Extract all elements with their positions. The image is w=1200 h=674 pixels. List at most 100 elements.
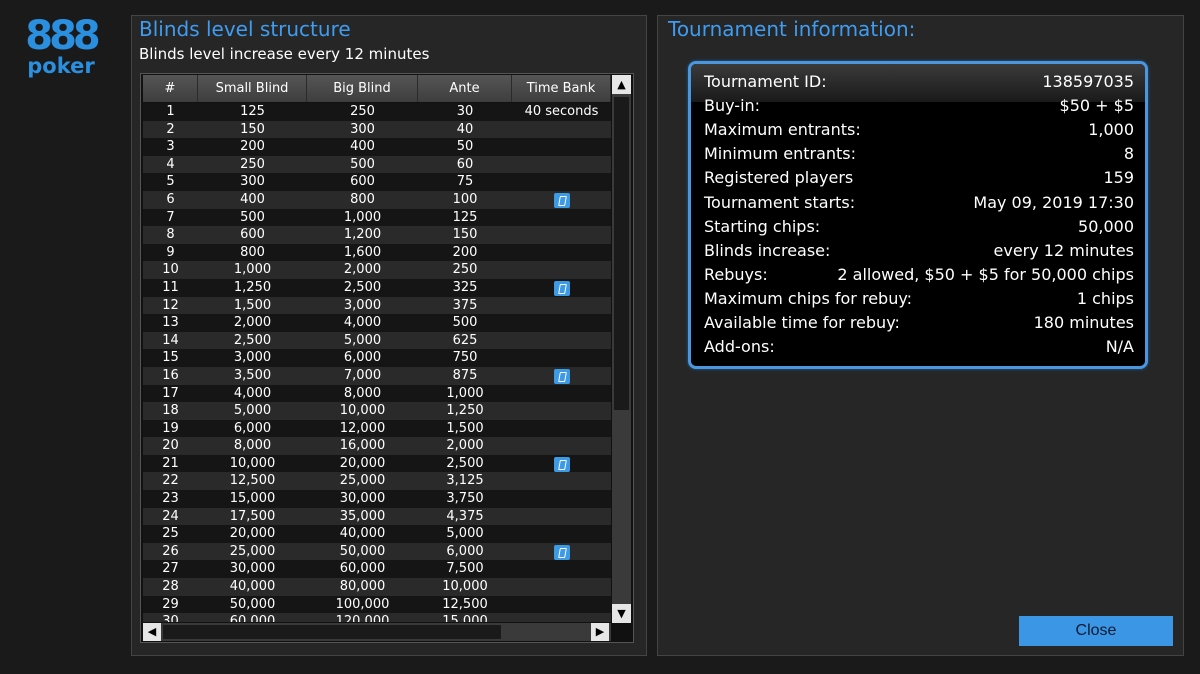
table-row: 21 10,000 20,000 2,500 [143,454,611,473]
scroll-left-icon[interactable]: ◀ [143,623,161,641]
table-row: 22 12,500 25,000 3,125 [143,472,611,491]
888poker-logo: 888 poker [18,14,104,86]
small-blind-cell: 800 [240,244,265,260]
big-blind-cell: 35,000 [339,508,386,524]
blinds-table-header: # Small Blind Big Blind Ante Time Bank [143,75,611,102]
time-bank-cell [512,437,611,455]
logo-number: 888 [25,13,101,59]
scroll-up-icon[interactable]: ▲ [612,75,631,94]
ante-cell: 1,250 [446,403,484,419]
blinds-panel: Blinds level structure Blinds level incr… [131,15,647,656]
horizontal-scroll-thumb[interactable] [163,625,501,639]
small-blind-cell: 300 [240,174,265,190]
column-header-big-blind[interactable]: Big Blind [307,75,418,102]
ante-cell: 75 [456,174,474,190]
table-row: 18 5,000 10,000 1,250 [143,402,611,420]
time-bank-cell [512,455,611,473]
level-cell: 23 [162,491,179,507]
big-blind-cell: 500 [350,156,375,172]
level-cell: 7 [166,209,175,225]
time-bank-cell [512,402,611,420]
ante-cell: 750 [452,350,478,366]
ante-cell: 50 [456,139,474,155]
info-value: 180 minutes [1033,313,1134,332]
level-cell: 21 [162,455,179,471]
table-row: 6 400 800 100 [143,190,611,209]
time-bank-cell [512,385,611,403]
time-bank-cell [512,138,611,156]
ante-cell: 6,000 [446,543,484,559]
time-bank-cell [512,613,611,622]
time-bank-cell [512,226,611,244]
table-row: 15 3,000 6,000 750 [143,349,611,367]
level-cell: 29 [162,596,179,612]
level-cell: 18 [162,403,179,419]
info-row: Buy-in: $50 + $5 [704,94,1134,118]
time-bank-cell [512,420,611,438]
ante-cell: 250 [452,262,478,278]
small-blind-cell: 1,250 [233,279,272,295]
time-bank-cell: 40 seconds [524,104,599,119]
small-blind-cell: 8,000 [233,438,272,454]
vertical-scroll-thumb[interactable] [614,97,629,410]
small-blind-cell: 200 [240,139,265,155]
table-row: 29 50,000 100,000 12,500 [143,595,611,614]
small-blind-cell: 50,000 [229,596,276,612]
scroll-right-icon[interactable]: ▶ [591,623,609,641]
level-cell: 4 [166,156,175,172]
info-value: 50,000 [1078,216,1134,236]
level-cell: 10 [162,262,179,278]
blinds-subtitle: Blinds level increase every 12 minutes [139,45,430,63]
column-header-time-bank[interactable]: Time Bank [512,75,611,102]
ante-cell: 625 [452,332,478,348]
ante-cell: 100 [452,191,478,207]
info-value: 1,000 [1088,120,1134,140]
level-cell: 6 [166,191,175,207]
level-cell: 19 [162,420,179,436]
big-blind-cell: 4,000 [343,315,382,331]
ante-cell: 5,000 [446,526,484,542]
big-blind-cell: 3,000 [343,297,382,313]
info-row: Starting chips: 50,000 [704,215,1134,239]
info-label: Buy-in: [704,96,761,116]
close-button[interactable]: Close [1019,616,1173,646]
tournament-info-panel: Tournament information: Tournament ID: 13… [657,15,1184,656]
info-row: Minimum entrants: 8 [704,142,1134,166]
table-row: 25 20,000 40,000 5,000 [143,525,611,543]
time-bank-cell [512,173,611,191]
table-row: 26 25,000 50,000 6,000 [143,542,611,561]
table-row: 20 8,000 16,000 2,000 [143,437,611,455]
time-bank-cell [512,508,611,526]
scroll-down-icon[interactable]: ▼ [612,604,631,623]
ante-cell: 200 [452,244,478,260]
level-cell: 8 [166,227,175,243]
level-cell: 28 [162,579,179,595]
small-blind-cell: 1,500 [233,297,272,313]
ante-cell: 10,000 [442,579,488,595]
big-blind-cell: 80,000 [339,579,386,595]
big-blind-cell: 2,000 [343,262,382,278]
vertical-scrollbar[interactable]: ▲ ▼ [612,75,631,623]
column-header-small-blind[interactable]: Small Blind [198,75,307,102]
table-row: 2 150 300 40 [143,120,611,139]
column-header-level[interactable]: # [143,75,198,102]
horizontal-scrollbar[interactable]: ◀ ▶ [143,623,611,641]
big-blind-cell: 30,000 [339,491,386,507]
level-cell: 24 [162,508,179,524]
small-blind-cell: 10,000 [229,455,276,471]
table-row: 17 4,000 8,000 1,000 [143,384,611,403]
info-label: Maximum entrants: [704,120,861,140]
info-row: Add-ons: N/A [704,335,1134,359]
table-row: 28 40,000 80,000 10,000 [143,578,611,596]
time-bank-cell [512,367,611,385]
ante-cell: 325 [452,279,478,295]
ante-cell: 875 [452,367,478,383]
level-cell: 22 [162,473,179,489]
info-label: Maximum chips for rebuy: [704,288,913,308]
small-blind-cell: 12,500 [229,473,276,489]
big-blind-cell: 600 [350,174,375,190]
level-cell: 12 [162,297,179,313]
level-cell: 13 [162,315,179,331]
column-header-ante[interactable]: Ante [418,75,512,102]
time-bank-cell [512,596,611,614]
